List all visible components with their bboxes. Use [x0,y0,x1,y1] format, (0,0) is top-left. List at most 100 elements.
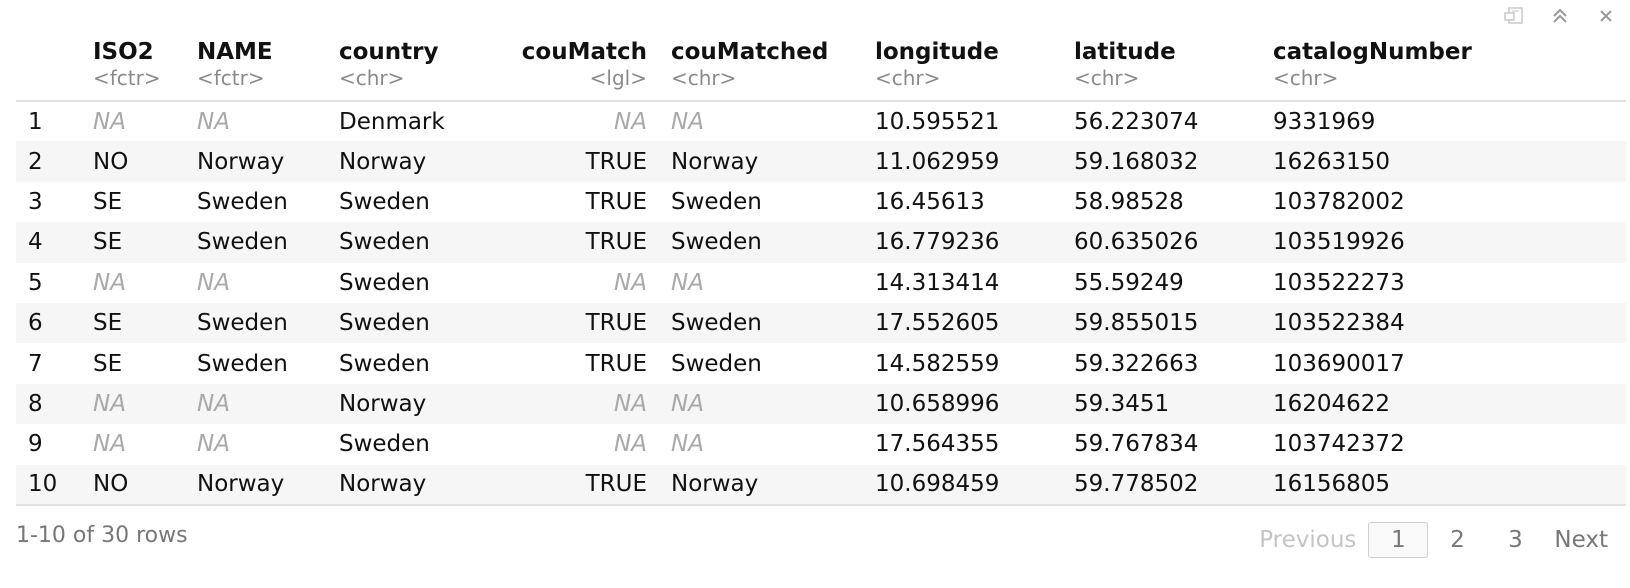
cell-latitude: 59.168032 [1074,148,1199,175]
header-row: ISO2 <fctr> NAME <fctr> country <chr> couMa… [16,32,1626,101]
table-body: 1 NA NA Denmark NA NA 10.595521 56.223074 933196… [16,101,1626,505]
cell-coumatched: Norway [671,471,759,498]
table-row: 4 SE Sweden Sweden TRUE Sweden 16.779236 60.635… [16,222,1626,263]
page-button-1[interactable]: 1 [1368,522,1429,558]
pagination: Previous 1 2 3 Next [1259,522,1608,558]
cell-coumatch: TRUE [585,229,647,256]
cell-catalognumber: 103782002 [1273,188,1405,215]
cell-longitude: 11.062959 [875,148,1000,175]
cell-coumatch: TRUE [585,188,647,215]
cell-latitude: 56.223074 [1074,108,1199,135]
cell-coumatched: Norway [671,148,759,175]
cell-coumatched: Sweden [671,229,762,256]
previous-page-button[interactable]: Previous [1259,527,1356,553]
table-row: 7 SE Sweden Sweden TRUE Sweden 14.582559 59.322… [16,343,1626,383]
cell-row-number: 1 [28,108,43,135]
cell-name: Sweden [197,310,288,337]
column-header-coumatch[interactable]: couMatch <lgl> [489,32,657,101]
cell-catalognumber: 103742372 [1273,431,1405,458]
cell-country: Sweden [339,350,430,377]
page-button-3[interactable]: 3 [1486,523,1544,557]
column-header-row-number[interactable] [16,32,93,101]
column-header-iso2[interactable]: ISO2 <fctr> [93,32,197,101]
cell-name: NA [197,269,230,296]
cell-coumatched: Sweden [671,350,762,377]
cell-longitude: 14.582559 [875,350,1000,377]
column-header-coumatched[interactable]: couMatched <chr> [657,32,875,101]
cell-country: Sweden [339,229,430,256]
column-header-catalognumber[interactable]: catalogNumber <chr> [1273,32,1626,101]
cell-latitude: 60.635026 [1074,229,1199,256]
cell-catalognumber: 103522273 [1273,269,1405,296]
cell-country: Norway [339,471,427,498]
cell-longitude: 10.698459 [875,471,1000,498]
cell-row-number: 3 [28,188,43,215]
cell-name: NA [197,390,230,417]
export-icon[interactable] [1504,6,1524,26]
cell-coumatch: TRUE [585,148,647,175]
cell-latitude: 55.59249 [1074,269,1184,296]
cell-catalognumber: 16156805 [1273,471,1391,498]
close-icon[interactable] [1596,6,1616,26]
cell-coumatched: Sweden [671,188,762,215]
row-count-summary: 1-10 of 30 rows [16,523,188,548]
cell-row-number: 10 [28,471,58,498]
cell-iso2: NA [93,390,126,417]
cell-coumatch: NA [614,269,647,296]
cell-iso2: NO [93,471,129,498]
cell-name: NA [197,108,230,135]
column-header-longitude[interactable]: longitude <chr> [875,32,1074,101]
cell-row-number: 6 [28,310,43,337]
cell-latitude: 59.322663 [1074,350,1199,377]
cell-iso2: SE [93,310,123,337]
cell-iso2: SE [93,188,123,215]
cell-coumatched: NA [671,108,704,135]
cell-country: Sweden [339,188,430,215]
cell-iso2: NA [93,108,126,135]
cell-coumatch: TRUE [585,350,647,377]
cell-latitude: 59.3451 [1074,390,1170,417]
cell-row-number: 5 [28,269,43,296]
table-row: 10 NO Norway Norway TRUE Norway 10.698459 59.77… [16,464,1626,505]
column-header-country[interactable]: country <chr> [339,32,489,101]
cell-name: Norway [197,148,285,175]
cell-iso2: SE [93,350,123,377]
table-row: 5 NA NA Sweden NA NA 14.313414 55.59249 10352227… [16,263,1626,303]
cell-coumatched: NA [671,431,704,458]
cell-catalognumber: 16263150 [1273,148,1391,175]
table-row: 8 NA NA Norway NA NA 10.658996 59.3451 16204622 [16,383,1626,425]
cell-coumatched: Sweden [671,310,762,337]
cell-catalognumber: 103522384 [1273,310,1405,337]
cell-latitude: 59.778502 [1074,471,1199,498]
column-header-latitude[interactable]: latitude <chr> [1074,32,1273,101]
column-header-name[interactable]: NAME <fctr> [197,32,339,101]
cell-iso2: NO [93,148,129,175]
cell-longitude: 17.564355 [875,431,1000,458]
cell-country: Norway [339,148,427,175]
cell-name: Sweden [197,188,288,215]
table-row: 6 SE Sweden Sweden TRUE Sweden 17.552605 59.855… [16,302,1626,344]
cell-catalognumber: 103519926 [1273,229,1405,256]
cell-coumatch: NA [614,108,647,135]
cell-longitude: 14.313414 [875,269,1000,296]
cell-longitude: 10.595521 [875,108,1000,135]
cell-longitude: 17.552605 [875,310,1000,337]
cell-iso2: NA [93,431,126,458]
cell-row-number: 2 [28,148,43,175]
cell-coumatch: TRUE [585,310,647,337]
cell-coumatch: TRUE [585,471,647,498]
next-page-button[interactable]: Next [1554,527,1608,553]
data-table: ISO2 <fctr> NAME <fctr> country <chr> couMa… [16,32,1626,506]
cell-iso2: NA [93,269,126,296]
cell-latitude: 59.767834 [1074,431,1199,458]
cell-name: Sweden [197,350,288,377]
cell-name: NA [197,431,230,458]
cell-iso2: SE [93,229,123,256]
cell-country: Norway [339,390,427,417]
cell-latitude: 59.855015 [1074,310,1199,337]
cell-longitude: 16.45613 [875,188,985,215]
cell-row-number: 8 [28,390,43,417]
page-button-2[interactable]: 2 [1428,523,1486,557]
collapse-icon[interactable] [1550,6,1570,26]
cell-name: Norway [197,471,285,498]
